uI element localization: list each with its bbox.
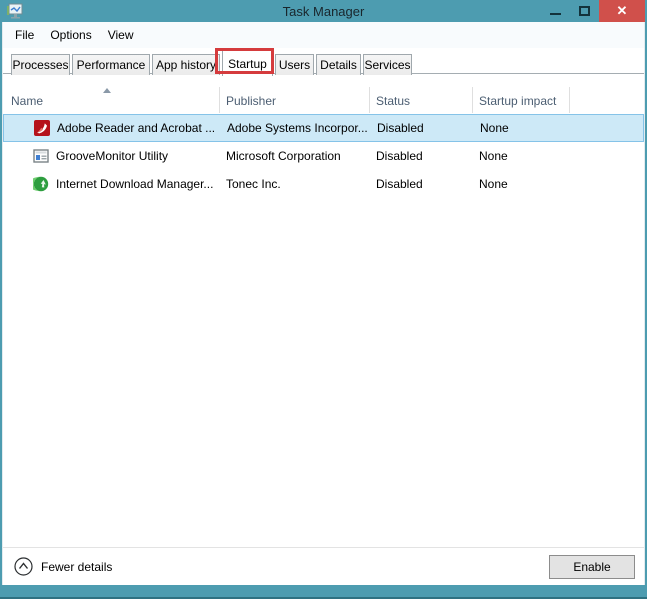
title-bar: Task Manager ✕ bbox=[0, 0, 647, 22]
menu-file[interactable]: File bbox=[7, 24, 42, 46]
startup-item-name: Internet Download Manager... bbox=[56, 177, 214, 191]
idm-icon bbox=[33, 176, 49, 192]
startup-item-name: Adobe Reader and Acrobat ... bbox=[57, 121, 216, 135]
window-body: File Options View Processes Performance … bbox=[2, 22, 645, 585]
startup-item-status: Disabled bbox=[377, 121, 424, 135]
column-header-status[interactable]: Status bbox=[370, 75, 473, 114]
footer-bar: Fewer details Enable bbox=[3, 547, 644, 585]
task-manager-window: Task Manager ✕ File Options View Process… bbox=[0, 0, 647, 599]
startup-item-impact: None bbox=[480, 121, 509, 135]
tab-services[interactable]: Services bbox=[363, 54, 412, 75]
startup-item-impact: None bbox=[479, 177, 508, 191]
table-row[interactable]: Internet Download Manager... Tonec Inc. … bbox=[3, 170, 644, 198]
menu-bar: File Options View bbox=[3, 22, 644, 48]
fewer-details-label: Fewer details bbox=[41, 559, 113, 574]
minimize-button[interactable] bbox=[541, 0, 570, 22]
column-header-startup-impact[interactable]: Startup impact bbox=[473, 75, 570, 114]
maximize-icon bbox=[579, 6, 590, 16]
enable-button[interactable]: Enable bbox=[549, 554, 635, 579]
minimize-icon bbox=[550, 13, 561, 15]
tab-details[interactable]: Details bbox=[316, 54, 361, 75]
fewer-details-toggle[interactable]: Fewer details bbox=[14, 557, 112, 576]
tab-performance[interactable]: Performance bbox=[72, 54, 150, 75]
menu-options[interactable]: Options bbox=[42, 24, 99, 46]
maximize-button[interactable] bbox=[570, 0, 599, 22]
startup-item-impact: None bbox=[479, 149, 508, 163]
menu-view[interactable]: View bbox=[100, 24, 142, 46]
startup-item-publisher: Microsoft Corporation bbox=[226, 149, 341, 163]
tab-users[interactable]: Users bbox=[275, 54, 314, 75]
tab-processes[interactable]: Processes bbox=[11, 54, 70, 75]
tab-startup[interactable]: Startup bbox=[222, 50, 273, 76]
tab-app-history[interactable]: App history bbox=[152, 54, 220, 75]
table-header: Name Publisher Status Startup impact bbox=[3, 75, 644, 114]
startup-item-publisher: Tonec Inc. bbox=[226, 177, 281, 191]
column-header-name[interactable]: Name bbox=[3, 75, 220, 114]
startup-items-list: Adobe Reader and Acrobat ... Adobe Syste… bbox=[3, 114, 644, 198]
groove-monitor-icon bbox=[33, 149, 49, 163]
chevron-up-circle-icon bbox=[14, 557, 33, 576]
startup-item-name: GrooveMonitor Utility bbox=[56, 149, 169, 163]
tab-strip: Processes Performance App history Startu… bbox=[3, 48, 644, 76]
startup-item-status: Disabled bbox=[376, 177, 423, 191]
startup-item-status: Disabled bbox=[376, 149, 423, 163]
close-icon: ✕ bbox=[616, 3, 628, 18]
table-row[interactable]: Adobe Reader and Acrobat ... Adobe Syste… bbox=[3, 114, 644, 142]
close-button[interactable]: ✕ bbox=[599, 0, 645, 22]
column-header-empty bbox=[570, 75, 644, 114]
startup-item-publisher: Adobe Systems Incorpor... bbox=[227, 121, 368, 135]
adobe-reader-icon bbox=[34, 120, 50, 136]
column-header-publisher[interactable]: Publisher bbox=[220, 75, 370, 114]
table-row[interactable]: GrooveMonitor Utility Microsoft Corporat… bbox=[3, 142, 644, 170]
sort-ascending-icon bbox=[103, 88, 111, 93]
